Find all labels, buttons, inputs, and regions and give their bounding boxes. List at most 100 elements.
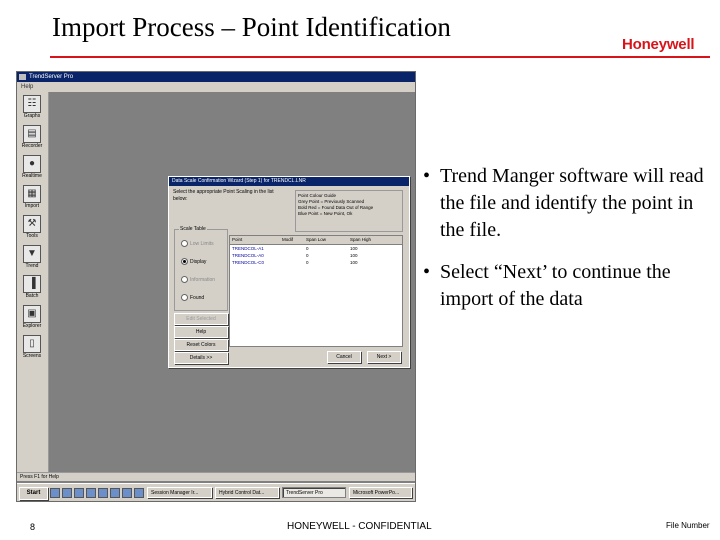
radio-label: Display [190,258,207,265]
points-grid[interactable]: Point Modif Span Low Span High TRENDCOL-… [229,235,403,347]
reset-colors-button[interactable]: Reset Colors [174,339,228,351]
grid-header: Point Modif Span Low Span High [230,236,402,245]
app-screenshot: TrendServer Pro Help ☷ Graphs ▤ Recorder ● Re… [16,71,416,502]
import-icon: ▦ [23,185,41,203]
start-button[interactable]: Start [19,487,48,500]
radio-dot [181,240,188,247]
sidebar-item-tools[interactable]: ⚒ Tools [19,215,45,241]
cell-modif [282,252,306,259]
radio-low-limits[interactable]: Low Limits [181,240,214,247]
table-row[interactable]: TRENDCOL-A0 0 100 [230,252,402,259]
title-rule [50,56,710,58]
sidebar-item-label: Explorer [22,323,42,329]
realtime-icon: ● [23,155,41,173]
quick-launch-icon[interactable] [122,488,132,498]
cell-span-high: 100 [350,260,358,265]
file-number: File Number [666,521,710,530]
app-window-title: TrendServer Pro [29,74,74,80]
bullet-mark: • [423,165,431,187]
sidebar-item-graphs[interactable]: ☷ Graphs [19,95,45,121]
recorder-icon: ▤ [23,125,41,143]
cell-span-low: 0 [306,253,309,258]
sidebar-item-import[interactable]: ▦ Import [19,185,45,211]
taskbar-item[interactable]: Microsoft PowerPo... [349,487,412,498]
taskbar-item[interactable]: Session Manager Ir... [147,487,212,498]
col-point[interactable]: Point [230,236,282,244]
sidebar-item-explorer[interactable]: ▣ Explorer [19,305,45,331]
quick-launch-icon[interactable] [50,488,60,498]
radio-dot [181,258,188,265]
bullet-text: Trend Manger software will read the file… [440,165,704,241]
table-row[interactable]: TRENDCOL-C0 0 100 [230,259,402,266]
taskbar-item[interactable]: TrendServer Pro [282,487,346,498]
quick-launch-icon[interactable] [134,488,144,498]
col-span-high[interactable]: Span High [350,236,390,244]
col-modif[interactable]: Modif [282,236,306,244]
bullet-item: • Trend Manger software will read the fi… [423,163,713,244]
cancel-button[interactable]: Cancel [327,351,361,363]
radio-information[interactable]: Information [181,276,215,283]
bullet-mark: • [423,261,431,283]
radio-dot [181,276,188,283]
app-titlebar: TrendServer Pro [17,72,415,82]
sidebar-item-label: Realtime [22,173,42,179]
cell-point: TRENDCOL-A0 [232,253,264,258]
app-icon [19,74,26,80]
confidential-footer: HONEYWELL - CONFIDENTIAL [287,521,432,532]
cell-modif [282,245,306,252]
radio-dot [181,294,188,301]
details-button[interactable]: Details >> [174,352,228,364]
sidebar-item-batch[interactable]: ▐ Batch [19,275,45,301]
cell-modif [282,259,306,266]
radio-label: Information [190,276,216,283]
quick-launch-icon[interactable] [86,488,96,498]
next-button[interactable]: Next > [367,351,401,363]
graphs-icon: ☷ [23,95,41,113]
radio-label: Low Limits [190,240,214,247]
scale-group-label: Scale Table [179,226,207,232]
radio-found[interactable]: Found [181,294,204,301]
sidebar-item-trend[interactable]: ▼ Trend [19,245,45,271]
menu-bar: Help [17,82,415,92]
edit-selected-button[interactable]: Edit Selected [174,313,228,325]
slide-title: Import Process – Point Identification [52,12,451,42]
bullet-text: Select “Next’ to continue the import of … [440,261,671,310]
data-scale-dialog: Data Scale Confirmation Wizard (Step 1) … [168,176,410,368]
sidebar-item-label: Screens [22,353,42,359]
dialog-instructions: Select the appropriate Point Scaling in … [173,189,274,202]
quick-launch-icon[interactable] [74,488,84,498]
radio-label: Found [190,294,205,301]
honeywell-logo: Honeywell [622,36,695,53]
table-row[interactable]: TRENDCOL-A1 0 100 [230,245,402,252]
sidebar-item-label: Recorder [21,143,43,149]
trend-icon: ▼ [23,245,41,263]
taskbar: Start Session Manager Ir... Hybrid Contr… [17,483,415,501]
help-button[interactable]: Help [174,326,228,338]
scale-group: Scale Table Low Limits Display Informati… [174,226,228,311]
taskbar-item[interactable]: Hybrid Control Dat... [215,487,279,498]
cell-point: TRENDCOL-A1 [232,246,264,251]
sidebar-item-screens[interactable]: ▯ Screens [19,335,45,361]
sidebar-item-realtime[interactable]: ● Realtime [19,155,45,181]
batch-icon: ▐ [23,275,41,293]
dialog-title: Data Scale Confirmation Wizard (Step 1) … [169,177,409,186]
quick-launch-icon[interactable] [110,488,120,498]
bullet-item: • Select “Next’ to continue the import o… [423,259,713,313]
cell-span-low: 0 [306,246,309,251]
quick-launch-icon[interactable] [98,488,108,498]
page-number: 8 [30,522,36,532]
screens-icon: ▯ [23,335,41,353]
col-span-low[interactable]: Span Low [306,236,350,244]
radio-display[interactable]: Display [181,258,206,265]
menu-help[interactable]: Help [21,84,33,90]
cell-point: TRENDCOL-C0 [232,260,265,265]
cell-span-high: 100 [350,246,358,251]
sidebar-item-label: Batch [25,293,39,299]
explorer-icon: ▣ [23,305,41,323]
quick-launch [50,488,144,498]
sidebar-item-recorder[interactable]: ▤ Recorder [19,125,45,151]
cell-span-high: 100 [350,253,358,258]
legend-line: Blue Point = New Point, Ok [298,211,353,216]
cell-span-low: 0 [306,260,309,265]
quick-launch-icon[interactable] [62,488,72,498]
